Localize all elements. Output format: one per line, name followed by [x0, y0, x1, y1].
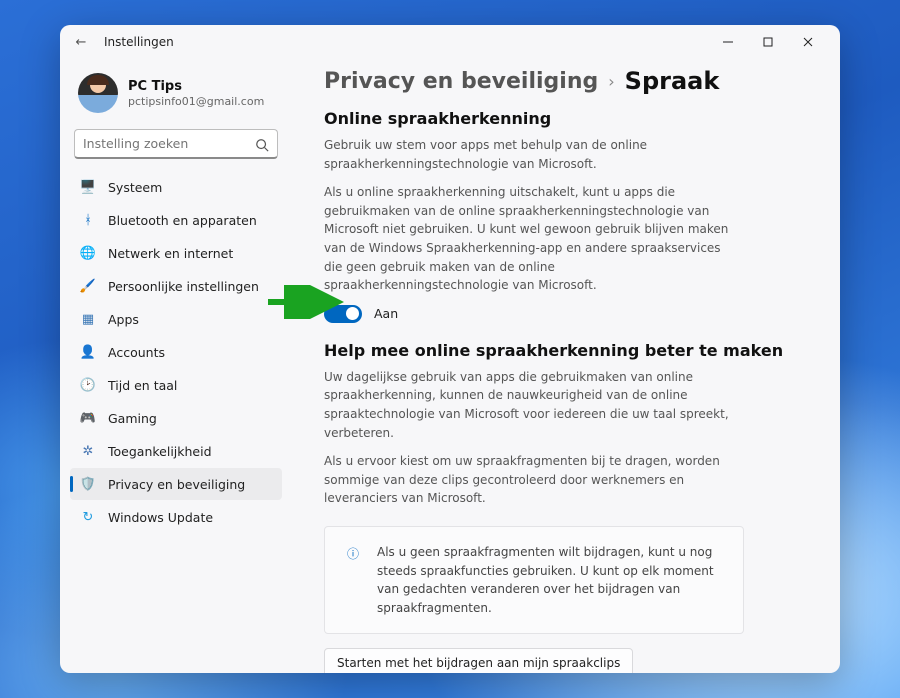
minimize-button[interactable]: [708, 28, 748, 56]
section2-p1: Uw dagelijkse gebruik van apps die gebru…: [324, 368, 734, 442]
sidebar-nav: 🖥️ Systeem ᚼ Bluetooth en apparaten 🌐 Netwerk…: [70, 171, 282, 533]
breadcrumb-current: Spraak: [625, 67, 720, 95]
nav-icon: 🖌️: [80, 278, 96, 294]
section1-p1: Gebruik uw stem voor apps met behulp van…: [324, 136, 734, 173]
nav-icon: 🛡️: [80, 476, 96, 492]
nav-icon: 🎮: [80, 410, 96, 426]
section2-p2: Als u ervoor kiest om uw spraakfragmente…: [324, 452, 734, 508]
sidebar-item-windows-update[interactable]: ↻ Windows Update: [70, 501, 282, 533]
info-text: Als u geen spraakfragmenten wilt bijdrag…: [377, 543, 721, 617]
sidebar: PC Tips pctipsinfo01@gmail.com 🖥️ Systeem…: [60, 59, 292, 673]
nav-label: Netwerk en internet: [108, 246, 233, 261]
nav-icon: 🖥️: [80, 179, 96, 195]
profile-block[interactable]: PC Tips pctipsinfo01@gmail.com: [70, 67, 282, 127]
toggle-state-label: Aan: [374, 306, 398, 321]
nav-label: Toegankelijkheid: [108, 444, 212, 459]
info-icon: ⓘ: [347, 545, 359, 562]
sidebar-item-tijd-en-taal[interactable]: 🕑 Tijd en taal: [70, 369, 282, 401]
sidebar-item-privacy-en-beveiliging[interactable]: 🛡️ Privacy en beveiliging: [70, 468, 282, 500]
nav-label: Bluetooth en apparaten: [108, 213, 257, 228]
avatar: [78, 73, 118, 113]
sidebar-item-netwerk-en-internet[interactable]: 🌐 Netwerk en internet: [70, 237, 282, 269]
nav-icon: ↻: [80, 509, 96, 525]
sidebar-item-systeem[interactable]: 🖥️ Systeem: [70, 171, 282, 203]
sidebar-item-bluetooth-en-apparaten[interactable]: ᚼ Bluetooth en apparaten: [70, 204, 282, 236]
section1-p2: Als u online spraakherkenning uitschakel…: [324, 183, 734, 295]
info-callout: ⓘ Als u geen spraakfragmenten wilt bijdr…: [324, 526, 744, 634]
window-title: Instellingen: [104, 35, 174, 49]
nav-label: Accounts: [108, 345, 165, 360]
online-speech-toggle[interactable]: [324, 305, 362, 323]
nav-label: Systeem: [108, 180, 162, 195]
nav-icon: ᚼ: [80, 212, 96, 228]
main-content: Privacy en beveiliging › Spraak Online s…: [292, 59, 840, 673]
breadcrumb-parent[interactable]: Privacy en beveiliging: [324, 69, 598, 94]
nav-icon: ▦: [80, 311, 96, 327]
nav-icon: 🕑: [80, 377, 96, 393]
nav-label: Gaming: [108, 411, 157, 426]
nav-label: Windows Update: [108, 510, 213, 525]
profile-email: pctipsinfo01@gmail.com: [128, 95, 264, 108]
nav-label: Tijd en taal: [108, 378, 177, 393]
settings-window: ← Instellingen PC Tips pctipsinfo01@gmai…: [60, 25, 840, 673]
sidebar-item-accounts[interactable]: 👤 Accounts: [70, 336, 282, 368]
nav-icon: 🌐: [80, 245, 96, 261]
chevron-right-icon: ›: [608, 72, 614, 91]
sidebar-item-gaming[interactable]: 🎮 Gaming: [70, 402, 282, 434]
sidebar-item-persoonlijke-instellingen[interactable]: 🖌️ Persoonlijke instellingen: [70, 270, 282, 302]
back-button[interactable]: ←: [72, 35, 90, 50]
nav-icon: 👤: [80, 344, 96, 360]
nav-label: Privacy en beveiliging: [108, 477, 245, 492]
close-button[interactable]: [788, 28, 828, 56]
section-online-speech-title: Online spraakherkenning: [324, 109, 802, 128]
start-contributing-button[interactable]: Starten met het bijdragen aan mijn spraa…: [324, 648, 633, 673]
nav-label: Persoonlijke instellingen: [108, 279, 259, 294]
search-box[interactable]: [74, 129, 278, 159]
search-input[interactable]: [83, 136, 255, 151]
maximize-button[interactable]: [748, 28, 788, 56]
nav-icon: ✲: [80, 443, 96, 459]
titlebar: ← Instellingen: [60, 25, 840, 59]
sidebar-item-toegankelijkheid[interactable]: ✲ Toegankelijkheid: [70, 435, 282, 467]
profile-name: PC Tips: [128, 79, 264, 94]
sidebar-item-apps[interactable]: ▦ Apps: [70, 303, 282, 335]
breadcrumb: Privacy en beveiliging › Spraak: [324, 67, 802, 95]
section-help-improve-title: Help mee online spraakherkenning beter t…: [324, 341, 802, 360]
search-icon: [255, 137, 269, 151]
nav-label: Apps: [108, 312, 139, 327]
